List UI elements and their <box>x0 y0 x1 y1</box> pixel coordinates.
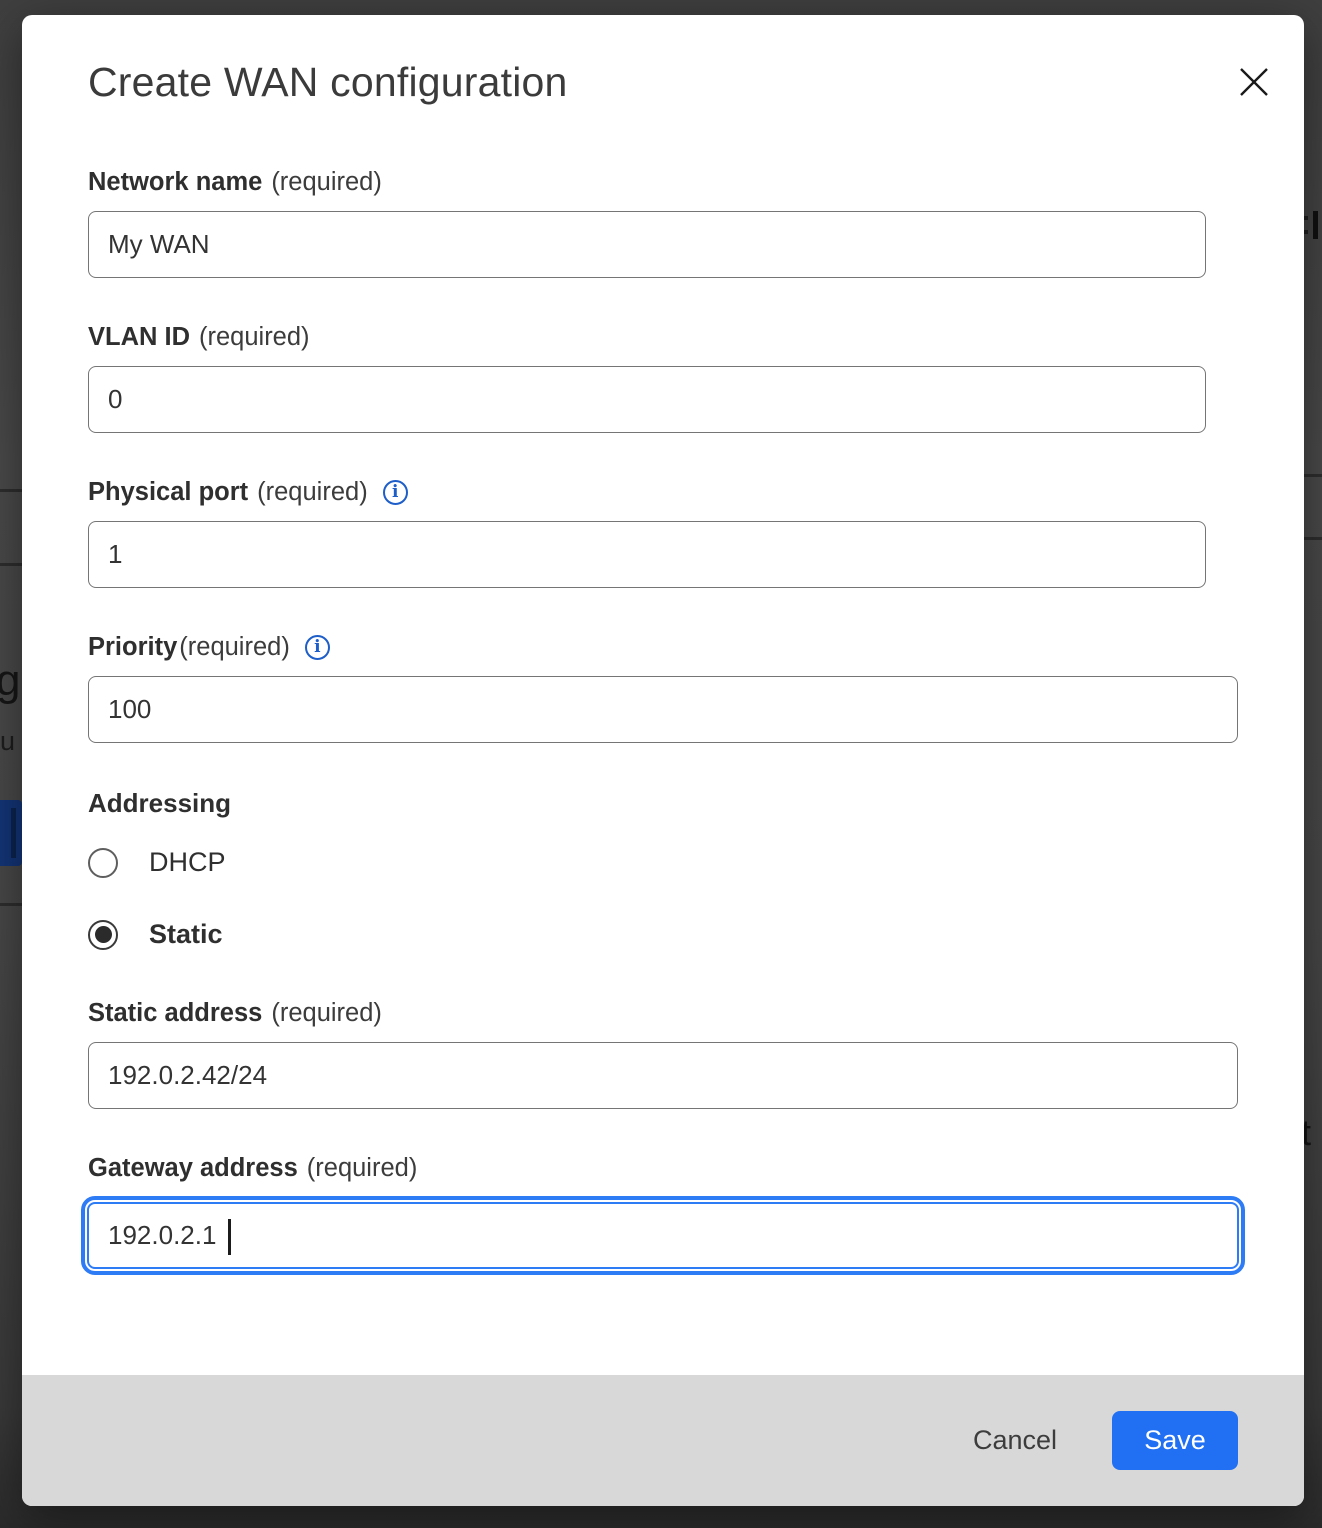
required-hint: (required) <box>257 478 368 507</box>
addressing-option-dhcp[interactable]: DHCP <box>88 847 1260 878</box>
label-text: Static address <box>88 999 262 1028</box>
required-hint: (required) <box>199 323 310 352</box>
radio-label: Static <box>149 919 223 950</box>
network-name-input[interactable] <box>88 211 1206 278</box>
gateway-address-focus-ring <box>81 1196 1245 1275</box>
info-icon[interactable]: i <box>383 480 408 505</box>
create-wan-configuration-dialog: Create WAN configuration Network name (r… <box>22 15 1304 1506</box>
close-icon <box>1237 65 1271 102</box>
cancel-button[interactable]: Cancel <box>967 1415 1063 1466</box>
backdrop-divider <box>1302 537 1322 540</box>
required-hint: (required) <box>307 1154 418 1183</box>
priority-input[interactable] <box>88 676 1238 743</box>
static-address-label: Static address (required) <box>88 999 1260 1028</box>
gateway-address-input[interactable] <box>87 1202 1239 1269</box>
required-hint: (required) <box>179 633 290 662</box>
addressing-heading: Addressing <box>88 788 1260 819</box>
priority-label: Priority (required) i <box>88 633 1260 662</box>
backdrop-text-fragment: u <box>0 726 15 757</box>
backdrop-text-fragment <box>1313 211 1318 239</box>
radio-label: DHCP <box>149 847 226 878</box>
backdrop-divider <box>0 903 22 906</box>
backdrop-divider <box>0 563 22 566</box>
label-text: Physical port <box>88 478 248 507</box>
radio-checked-icon[interactable] <box>88 920 118 950</box>
label-text: Network name <box>88 168 262 197</box>
save-button[interactable]: Save <box>1112 1411 1238 1470</box>
gateway-address-label: Gateway address (required) <box>88 1154 1260 1183</box>
physical-port-input[interactable] <box>88 521 1206 588</box>
radio-unchecked-icon[interactable] <box>88 848 118 878</box>
required-hint: (required) <box>271 168 382 197</box>
label-text: Gateway address <box>88 1154 298 1183</box>
backdrop-divider <box>0 489 22 492</box>
info-icon[interactable]: i <box>305 635 330 660</box>
label-text: VLAN ID <box>88 323 190 352</box>
text-cursor <box>228 1219 231 1255</box>
dialog-title: Create WAN configuration <box>88 59 1260 106</box>
static-address-input[interactable] <box>88 1042 1238 1109</box>
physical-port-label: Physical port (required) i <box>88 478 1260 507</box>
label-text: Priority <box>88 633 177 662</box>
close-button[interactable] <box>1234 63 1274 103</box>
vlan-id-label: VLAN ID (required) <box>88 323 1260 352</box>
vlan-id-input[interactable] <box>88 366 1206 433</box>
backdrop-text-fragment: g <box>0 656 20 706</box>
backdrop-button-fragment <box>0 800 22 866</box>
required-hint: (required) <box>271 999 382 1028</box>
network-name-label: Network name (required) <box>88 168 1260 197</box>
dialog-footer: Cancel Save <box>22 1375 1304 1506</box>
addressing-option-static[interactable]: Static <box>88 919 1260 950</box>
backdrop-text-fragment <box>1304 216 1308 220</box>
backdrop-divider <box>1302 474 1322 477</box>
